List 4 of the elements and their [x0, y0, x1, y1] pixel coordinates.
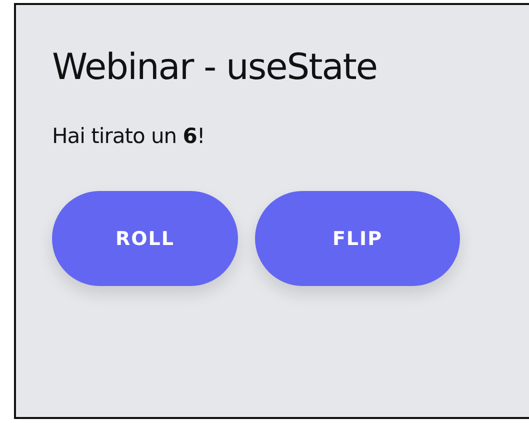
- action-button[interactable]: ROLL: [52, 191, 238, 286]
- result-message: Hai tirato un 6!: [52, 123, 206, 150]
- action-button[interactable]: FLIP: [255, 191, 460, 286]
- page-title: Webinar - useState: [52, 46, 378, 90]
